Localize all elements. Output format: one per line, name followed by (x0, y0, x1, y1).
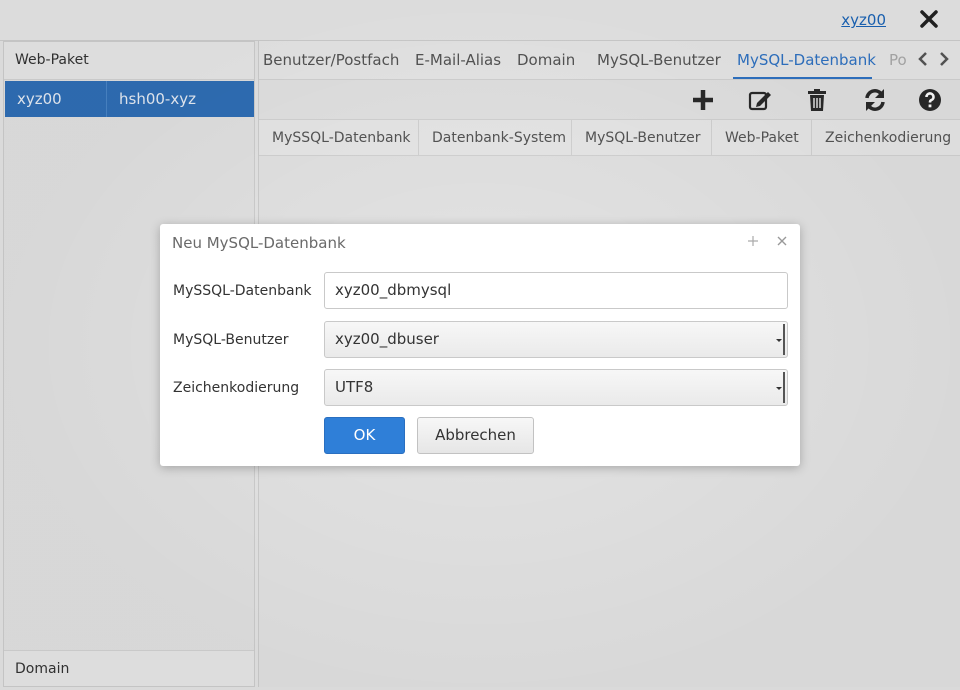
close-dialog-icon[interactable] (775, 233, 789, 247)
column-header-web-paket[interactable]: Web-Paket (712, 120, 812, 156)
left-panel-footer[interactable]: Domain (4, 650, 254, 686)
new-database-dialog: Neu MySQL-Datenbank MySSQL-Datenbank xyz… (160, 224, 800, 466)
app-window: xyz00 Web-Paket xyz00 hsh00-xyz Domain B… (0, 0, 960, 690)
dropdown-arrow-icon (776, 324, 785, 355)
ok-button[interactable]: OK (324, 417, 405, 454)
mysql-user-select[interactable]: xyz00_dbuser (324, 321, 788, 358)
mysql-user-select-value: xyz00_dbuser (335, 330, 439, 348)
column-header-mysql-benutzer[interactable]: MySQL-Benutzer (572, 120, 712, 156)
tab-mysql-benutzer[interactable]: MySQL-Benutzer (597, 51, 721, 69)
cancel-button[interactable]: Abbrechen (417, 417, 534, 454)
toolbar (259, 81, 960, 119)
column-divider (106, 81, 107, 117)
column-header-zeichenkodierung[interactable]: Zeichenkodierung (812, 120, 960, 156)
trash-icon[interactable] (804, 87, 830, 113)
tab-partial[interactable]: Po (889, 51, 911, 69)
left-panel-selected-row[interactable]: xyz00 hsh00-xyz (5, 81, 254, 117)
tab-email-alias[interactable]: E-Mail-Alias (415, 51, 501, 69)
left-panel-header: Web-Paket (4, 42, 254, 80)
column-headers: MySSQL-Datenbank Datenbank-System MySQL-… (259, 119, 960, 156)
encoding-select-value: UTF8 (335, 378, 374, 396)
help-icon[interactable] (917, 87, 943, 113)
row-cell-customer: hsh00-xyz (119, 90, 196, 108)
tab-benutzer-postfach[interactable]: Benutzer/Postfach (263, 51, 399, 69)
tab-domain[interactable]: Domain (517, 51, 575, 69)
tab-mysql-datenbank[interactable]: MySQL-Datenbank (737, 51, 876, 69)
top-bar: xyz00 (0, 0, 960, 41)
tab-bar: Benutzer/Postfach E-Mail-Alias Domain My… (259, 41, 960, 80)
column-header-datenbank[interactable]: MySSQL-Datenbank (259, 120, 419, 156)
dialog-title: Neu MySQL-Datenbank (172, 234, 346, 252)
encoding-select[interactable]: UTF8 (324, 369, 788, 406)
edit-icon[interactable] (747, 87, 773, 113)
user-link[interactable]: xyz00 (841, 11, 886, 29)
chevron-left-icon[interactable] (917, 51, 929, 67)
field-label-datenbank: MySSQL-Datenbank (173, 283, 312, 299)
close-icon[interactable] (918, 8, 940, 30)
database-name-input[interactable]: xyz00_dbmysql (324, 272, 788, 309)
maximize-icon[interactable] (746, 233, 760, 247)
active-tab-indicator (733, 77, 872, 79)
row-cell-web-package: xyz00 (17, 90, 62, 108)
add-icon[interactable] (690, 87, 716, 113)
field-label-zeichenkodierung: Zeichenkodierung (173, 380, 300, 396)
chevron-right-icon[interactable] (938, 51, 950, 67)
refresh-icon[interactable] (862, 87, 888, 113)
field-label-mysql-benutzer: MySQL-Benutzer (173, 332, 289, 348)
dropdown-arrow-icon (776, 372, 785, 403)
column-header-datenbank-system[interactable]: Datenbank-System (419, 120, 572, 156)
